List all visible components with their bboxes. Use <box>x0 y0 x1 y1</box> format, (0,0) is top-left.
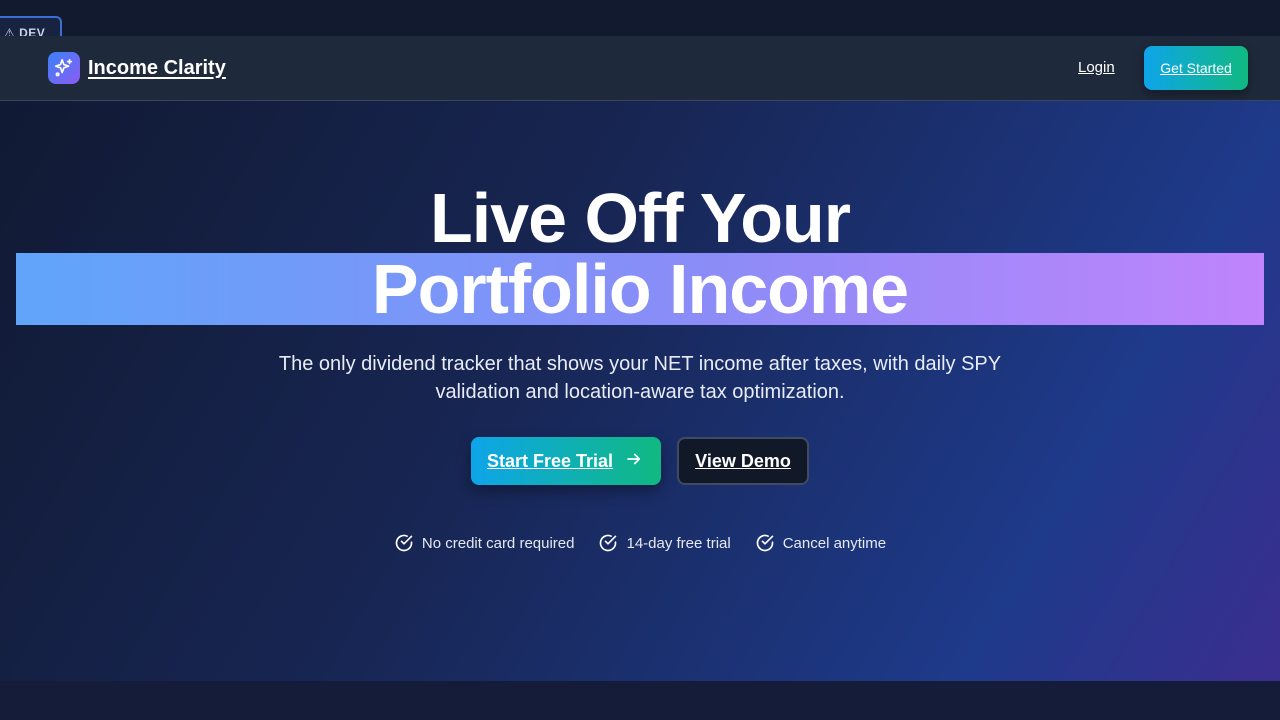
brand-name: Income Clarity <box>88 56 226 79</box>
bottom-strip <box>0 681 1280 720</box>
perks-list: No credit card required 14-day free tria… <box>0 532 1280 554</box>
hero-subtitle: The only dividend tracker that shows you… <box>278 353 1002 403</box>
get-started-button[interactable]: Get Started <box>1144 46 1248 90</box>
navbar: Income Clarity Login Get Started <box>0 36 1280 101</box>
headline-line-1: Live Off Your <box>429 179 851 257</box>
check-circle-icon <box>394 533 414 553</box>
view-demo-button[interactable]: View Demo <box>677 437 809 485</box>
check-circle-icon <box>755 533 775 553</box>
headline-line-2: Portfolio Income <box>371 250 909 328</box>
perk-item: 14-day free trial <box>598 532 731 554</box>
login-link[interactable]: Login <box>1078 59 1115 76</box>
perk-item: Cancel anytime <box>755 532 886 554</box>
brand-link[interactable]: Income Clarity <box>48 52 226 84</box>
sparkles-icon <box>48 52 80 84</box>
perk-label: No credit card required <box>421 534 575 552</box>
top-strip <box>0 0 1280 36</box>
arrow-right-icon <box>625 450 643 473</box>
start-free-trial-button[interactable]: Start Free Trial <box>471 437 661 485</box>
perk-label: Cancel anytime <box>782 534 887 552</box>
check-circle-icon <box>598 533 618 553</box>
landing-page: ⚠ DEV Income Clarity Login Get Started L… <box>0 0 1280 720</box>
perk-label: 14-day free trial <box>626 534 731 552</box>
perk-item: No credit card required <box>394 532 575 554</box>
start-free-trial-label: Start Free Trial <box>487 450 614 471</box>
